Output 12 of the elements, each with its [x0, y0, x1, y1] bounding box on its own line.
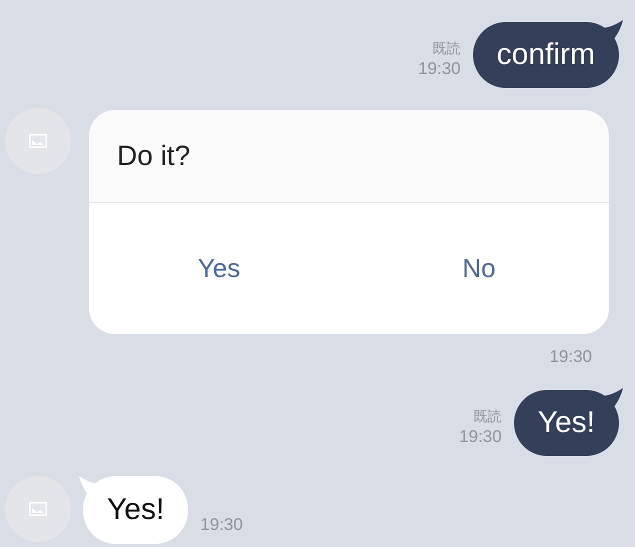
image-icon: [29, 134, 47, 148]
message-time: 19:30: [459, 426, 502, 448]
message-time: 19:30: [200, 514, 243, 536]
message-time: 19:30: [549, 346, 592, 368]
message-bubble: Yes!: [514, 390, 619, 456]
read-receipt: 既読: [474, 407, 502, 426]
message-bubble: Yes!: [83, 476, 188, 544]
message-time: 19:30: [418, 58, 461, 80]
read-receipt: 既読: [432, 39, 461, 58]
card-title: Do it?: [89, 110, 609, 203]
image-icon: [29, 502, 47, 516]
message-bubble: confirm: [472, 22, 619, 88]
